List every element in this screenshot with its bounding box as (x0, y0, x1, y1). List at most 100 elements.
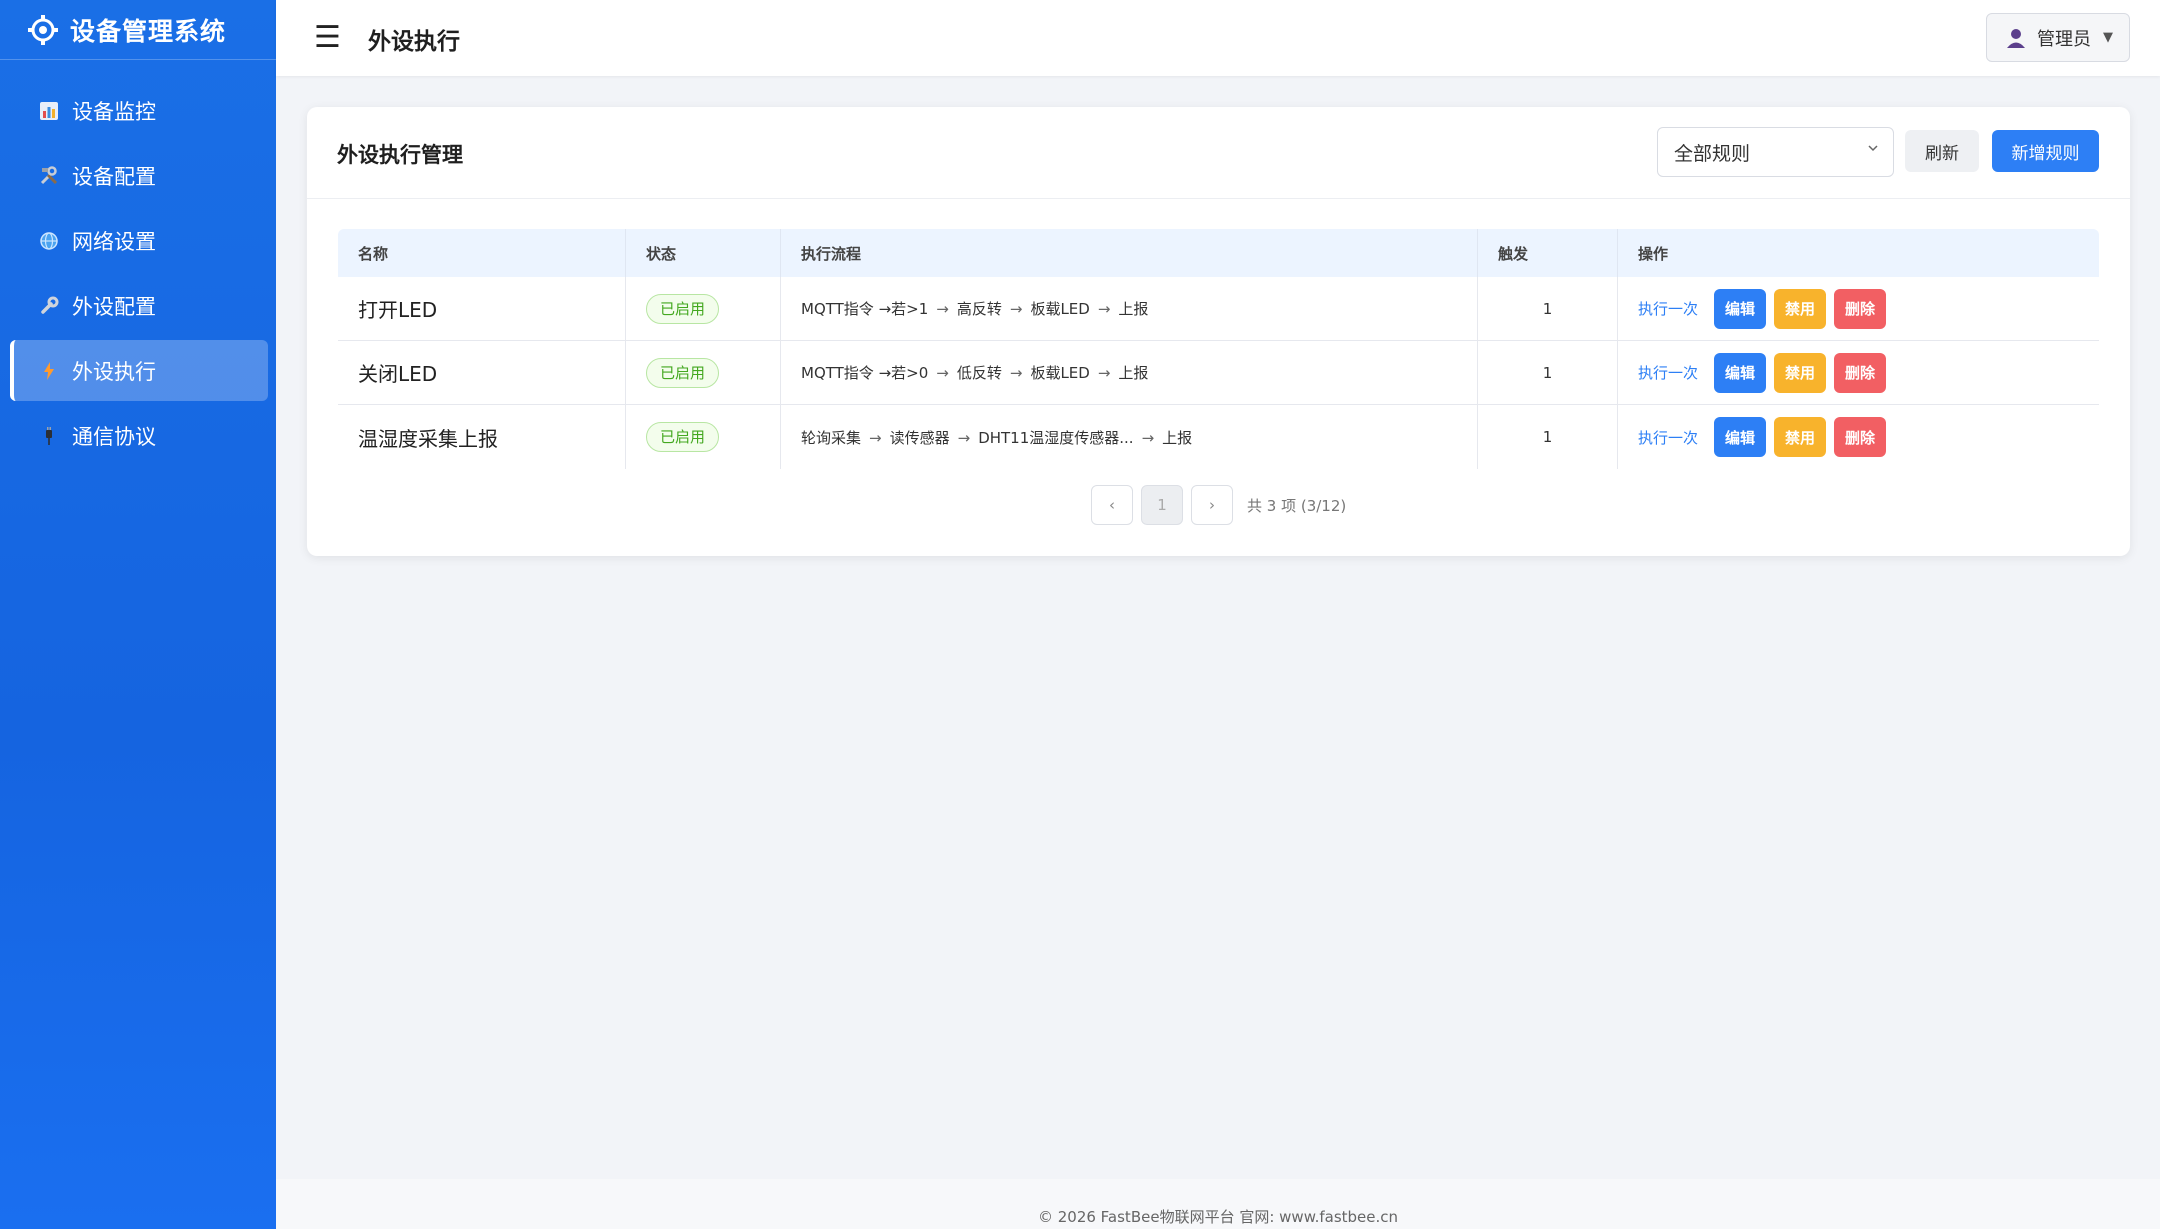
status-cell: 已启用 (626, 341, 781, 404)
flow-step: 板载LED (1030, 364, 1090, 382)
rule-filter-select[interactable]: 全部规则 (1657, 127, 1894, 177)
arrow-right-icon: → (1009, 300, 1023, 318)
ops-cell: 执行一次 编辑 禁用 删除 (1618, 341, 2099, 404)
card-header: 外设执行管理 全部规则 刷新 新增规则 (307, 107, 2130, 199)
arrow-right-icon: → (1141, 428, 1155, 447)
edit-button[interactable]: 编辑 (1714, 352, 1767, 393)
column-header-name: 名称 (338, 229, 626, 277)
sidebar-item-label: 通信协议 (72, 424, 156, 449)
rule-name: 温湿度采集上报 (338, 405, 626, 469)
peripheral-execute-card: 外设执行管理 全部规则 刷新 新增规则 名称 状态 执行流程 触发 操作 打开L… (307, 107, 2130, 556)
flow-step: 低反转 (956, 364, 1002, 382)
flow-text: MQTT指令 →若>0 → 低反转 → 板载LED → 上报 (801, 362, 1148, 383)
tools-icon (38, 165, 60, 187)
status-cell: 已启用 (626, 277, 781, 340)
disable-button[interactable]: 禁用 (1774, 288, 1827, 329)
column-header-trigger-label: 触发 (1498, 244, 1529, 263)
bar-chart-icon (38, 100, 60, 122)
trigger-count: 1 (1478, 341, 1618, 404)
rule-filter-value: 全部规则 (1674, 142, 1751, 165)
arrow-right-icon: → (936, 300, 949, 318)
flow-step: MQTT指令 →若>1 (801, 300, 929, 318)
status-badge: 已启用 (646, 357, 720, 388)
globe-icon (38, 230, 60, 252)
delete-button[interactable]: 删除 (1834, 288, 1887, 329)
flow-cell: MQTT指令 →若>0 → 低反转 → 板载LED → 上报 (781, 341, 1478, 404)
flow-step: 板载LED (1030, 300, 1090, 318)
chevron-down-icon (1867, 142, 1879, 158)
sidebar-item-label: 设备监控 (72, 99, 156, 124)
run-once-link[interactable]: 执行一次 (1638, 362, 1698, 383)
hamburger-menu-icon[interactable]: ☰ (314, 22, 341, 54)
edit-button[interactable]: 编辑 (1714, 417, 1767, 457)
flow-step: 上报 (1118, 364, 1149, 382)
run-once-link[interactable]: 执行一次 (1638, 298, 1698, 319)
sidebar-item-label: 外设配置 (72, 294, 156, 319)
column-header-ops: 操作 (1638, 244, 1669, 263)
arrow-right-icon: → (1097, 300, 1111, 318)
sidebar-item-network-settings[interactable]: 网络设置 (10, 210, 268, 271)
sidebar-item-label: 设备配置 (72, 164, 156, 189)
user-avatar-icon (2005, 27, 2027, 49)
plug-icon (38, 425, 60, 447)
prev-page-button[interactable]: ‹ (1091, 485, 1133, 525)
top-header: ☰ 外设执行 管理员 ▼ (276, 0, 2160, 76)
table-row: 温湿度采集上报 已启用 轮询采集 → 读传感器 → DHT11温湿度传感器... → 上报 … (338, 405, 2099, 469)
ops-cell: 执行一次 编辑 禁用 删除 (1618, 405, 2099, 469)
flow-step: 读传感器 (889, 428, 950, 447)
sidebar-item-label: 网络设置 (72, 229, 156, 254)
flow-step: MQTT指令 →若>0 (801, 364, 929, 382)
disable-button[interactable]: 禁用 (1774, 417, 1827, 457)
table-row: 打开LED 已启用 MQTT指令 →若>1 → 高反转 → 板载LED → 上报 1 执行一… (338, 277, 2099, 341)
rule-name: 打开LED (338, 277, 626, 340)
delete-button[interactable]: 删除 (1834, 417, 1887, 457)
brand: 设备管理系统 (0, 0, 276, 60)
status-badge: 已启用 (646, 293, 720, 324)
lightning-icon (38, 360, 60, 382)
sidebar-nav: 设备监控 设备配置 网络设置 外设配置 外设执行 通信协议 (0, 80, 276, 466)
sidebar-item-device-config[interactable]: 设备配置 (10, 145, 268, 206)
user-menu-button[interactable]: 管理员 ▼ (1986, 13, 2130, 62)
disable-button[interactable]: 禁用 (1774, 352, 1827, 393)
arrow-right-icon: → (1097, 364, 1111, 382)
add-rule-button[interactable]: 新增规则 (1992, 130, 2099, 172)
trigger-count: 1 (1478, 277, 1618, 340)
table-row: 关闭LED 已启用 MQTT指令 →若>0 → 低反转 → 板载LED → 上报 1 执行一… (338, 341, 2099, 405)
pagination-info: 共 3 项 (3/12) (1247, 496, 1347, 515)
card-title: 外设执行管理 (337, 143, 463, 167)
flow-cell: MQTT指令 →若>1 → 高反转 → 板载LED → 上报 (781, 277, 1478, 340)
arrow-right-icon: → (936, 364, 949, 382)
run-once-link[interactable]: 执行一次 (1638, 427, 1698, 448)
delete-button[interactable]: 删除 (1834, 352, 1887, 393)
flow-cell: 轮询采集 → 读传感器 → DHT11温湿度传感器... → 上报 (781, 405, 1478, 469)
sidebar-item-peripheral-config[interactable]: 外设配置 (10, 275, 268, 336)
sidebar-item-device-monitor[interactable]: 设备监控 (10, 80, 268, 141)
rule-name: 关闭LED (338, 341, 626, 404)
flow-text: 轮询采集 → 读传感器 → DHT11温湿度传感器... → 上报 (801, 427, 1192, 448)
flow-step: 轮询采集 (801, 428, 862, 447)
sidebar-item-label: 外设执行 (72, 359, 156, 384)
pagination: ‹ 1 › 共 3 项 (3/12) (1091, 485, 1346, 525)
flow-step: 上报 (1118, 300, 1149, 318)
user-name: 管理员 (2037, 28, 2091, 50)
logo-icon (26, 13, 60, 47)
flow-text: MQTT指令 →若>1 → 高反转 → 板载LED → 上报 (801, 298, 1148, 319)
current-page-button[interactable]: 1 (1141, 485, 1183, 525)
wrench-icon (38, 295, 60, 317)
table-header: 名称 状态 执行流程 触发 操作 (338, 229, 2099, 277)
sidebar-item-protocol[interactable]: 通信协议 (10, 405, 268, 466)
footer: © 2026 FastBee物联网平台 官网: www.fastbee.cn (276, 1179, 2160, 1229)
sidebar: 设备管理系统 设备监控 设备配置 网络设置 外设配置 外设执行 通信协议 (0, 0, 276, 1229)
page-title: 外设执行 (368, 29, 460, 55)
refresh-button[interactable]: 刷新 (1905, 130, 1979, 172)
caret-down-icon: ▼ (2103, 30, 2113, 45)
edit-button[interactable]: 编辑 (1714, 288, 1767, 329)
arrow-right-icon: → (957, 428, 971, 447)
brand-title: 设备管理系统 (70, 16, 227, 46)
column-header-flow: 执行流程 (781, 229, 1478, 277)
rules-table: 名称 状态 执行流程 触发 操作 打开LED 已启用 MQTT指令 →若>1 → 高… (338, 229, 2099, 469)
sidebar-item-peripheral-execute[interactable]: 外设执行 (10, 340, 268, 401)
status-badge: 已启用 (646, 422, 720, 452)
next-page-button[interactable]: › (1191, 485, 1233, 525)
arrow-right-icon: → (869, 428, 882, 447)
